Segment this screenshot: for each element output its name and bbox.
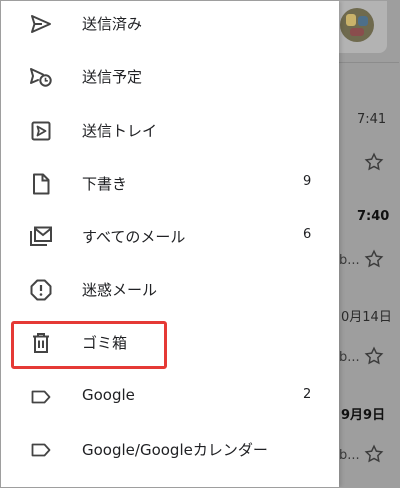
star-icon[interactable] [363,151,385,173]
scheduled-send-icon [30,68,52,87]
drawer-item-label: 迷惑メール [82,281,158,299]
drawer-item-label: すべてのメール [82,228,186,246]
drawer-item-count: 9 [303,174,312,189]
drawer-item-label: Google [82,386,135,404]
drawer-item-label: 下書き [82,175,128,193]
drawer-item-scheduled[interactable]: 送信予定 [1,51,339,103]
drawer-item-label: 送信予定 [82,68,143,86]
drawer-item-all-mail[interactable]: すべてのメール 6 [1,211,339,263]
navigation-drawer: 送信済み 送信予定 送信トレイ 下書き 9 すべてのメール 6 迷惑メール ゴミ… [1,1,339,487]
email-snippet: b... [339,350,360,365]
draft-icon [33,173,50,195]
drawer-item-drafts[interactable]: 下書き 9 [1,158,339,210]
star-icon[interactable] [363,248,385,270]
drawer-item-outbox[interactable]: 送信トレイ [1,105,339,157]
drawer-item-count: 6 [303,227,312,242]
label-icon [31,443,51,457]
drawer-item-label: 送信トレイ [82,122,158,140]
send-icon [31,15,51,33]
outbox-icon [31,121,51,141]
all-mail-icon [30,226,52,246]
drawer-item-label-google-calendar[interactable]: Google/Googleカレンダー [1,424,339,476]
email-snippet: b... [339,253,360,268]
drawer-item-spam[interactable]: 迷惑メール [1,264,339,316]
spam-icon [30,279,52,301]
drawer-item-label: 送信済み [82,15,143,33]
account-avatar[interactable] [340,8,374,42]
email-date: 9月9日 [341,408,386,423]
email-time: 7:40 [357,209,390,224]
label-icon [31,390,51,404]
trash-highlight-box [11,321,167,369]
star-icon[interactable] [363,345,385,367]
email-date: 0月14日 [341,310,392,325]
email-snippet: b... [339,448,360,463]
drawer-item-label-google[interactable]: Google 2 [1,371,339,423]
email-time: 7:41 [357,112,387,127]
drawer-item-sent[interactable]: 送信済み [1,1,339,50]
app-frame: 7:41 7:40 b... 0月14日 b... 9月9日 b... 送信済み… [0,0,400,488]
inbox-divider [339,62,399,63]
drawer-item-label: Google/Googleカレンダー [82,441,268,459]
drawer-item-count: 2 [303,387,312,402]
star-icon[interactable] [363,443,385,465]
